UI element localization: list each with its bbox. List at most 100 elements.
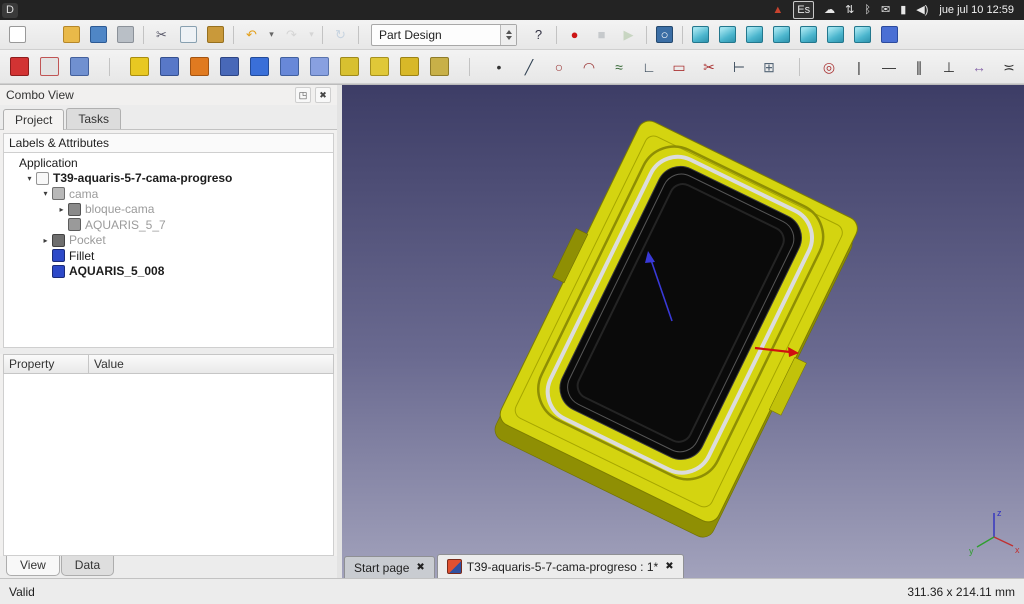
- app-icon[interactable]: D: [2, 3, 18, 18]
- close-tab-icon[interactable]: ✖: [663, 561, 673, 572]
- tab-view[interactable]: View: [6, 556, 60, 576]
- macro-stop-button[interactable]: ■: [588, 22, 615, 48]
- separator[interactable]: [642, 22, 651, 48]
- sketcher-extend-button[interactable]: ⊢: [724, 53, 754, 81]
- cut-button[interactable]: ✂: [148, 22, 175, 48]
- separator[interactable]: [454, 53, 484, 81]
- sketcher-rectangle-button[interactable]: ▭: [664, 53, 694, 81]
- view-rear-button[interactable]: [795, 22, 822, 48]
- groove-button[interactable]: [214, 53, 244, 81]
- polar-pattern-button[interactable]: [394, 53, 424, 81]
- separator[interactable]: [94, 53, 124, 81]
- constraint-coincident-button[interactable]: ◎: [814, 53, 844, 81]
- sketcher-point-button[interactable]: •: [484, 53, 514, 81]
- tree-item-pocket[interactable]: ▸ Pocket: [4, 233, 333, 249]
- expander-icon[interactable]: ▸: [56, 205, 67, 214]
- tree-item-aquaris-5-7[interactable]: AQUARIS_5_7: [4, 217, 333, 233]
- pad-button[interactable]: [124, 53, 154, 81]
- view-front-button[interactable]: [714, 22, 741, 48]
- constraint-parallel-button[interactable]: ∥: [904, 53, 934, 81]
- tab-project[interactable]: Project: [3, 109, 64, 130]
- cloud-icon[interactable]: ☁: [824, 2, 835, 18]
- separator[interactable]: [354, 22, 363, 48]
- separator[interactable]: [784, 53, 814, 81]
- expander-icon[interactable]: ▸: [40, 236, 51, 245]
- tree-item-cama[interactable]: ▾ cama: [4, 186, 333, 202]
- property-column-header[interactable]: Property: [3, 354, 89, 374]
- tab-data[interactable]: Data: [61, 556, 114, 576]
- separator-invisible[interactable]: [31, 22, 58, 48]
- mirrored-button[interactable]: [334, 53, 364, 81]
- edit-sketch-button[interactable]: [34, 53, 64, 81]
- multitransform-button[interactable]: [424, 53, 454, 81]
- undo-button[interactable]: ↶: [238, 22, 265, 48]
- bluetooth-icon[interactable]: ᛒ: [864, 2, 871, 18]
- keyboard-layout-indicator[interactable]: Es: [793, 1, 814, 19]
- sketcher-polyline-button[interactable]: ∟: [634, 53, 664, 81]
- close-panel-button[interactable]: ✖: [315, 87, 331, 103]
- view-bottom-button[interactable]: [822, 22, 849, 48]
- clock[interactable]: jue jul 10 12:59: [939, 4, 1014, 16]
- view-isometric-button[interactable]: [687, 22, 714, 48]
- tree-item-bloque-cama[interactable]: ▸ bloque-cama: [4, 202, 333, 218]
- tree-item-fillet[interactable]: Fillet: [4, 248, 333, 264]
- save-file-button[interactable]: [85, 22, 112, 48]
- refresh-button[interactable]: ↻: [327, 22, 354, 48]
- tab-active-document[interactable]: T39-aquaris-5-7-cama-progreso : 1* ✖: [437, 554, 684, 578]
- 3d-scene[interactable]: z x y: [342, 85, 1024, 578]
- separator[interactable]: [229, 22, 238, 48]
- workbench-selector[interactable]: Part Design: [371, 24, 517, 46]
- map-sketch-to-face-button[interactable]: [64, 53, 94, 81]
- tab-start-page[interactable]: Start page ✖: [344, 556, 435, 578]
- spinner-arrows-icon[interactable]: [500, 25, 516, 45]
- undo-dropdown-arrow[interactable]: ▾: [265, 22, 278, 48]
- viewport-3d[interactable]: z x y Start page ✖ T39-aquaris-5-7-cama-…: [342, 85, 1024, 578]
- sketcher-external-geometry-button[interactable]: ⊞: [754, 53, 784, 81]
- constraint-equal-button[interactable]: ≍: [994, 53, 1024, 81]
- sketcher-line-button[interactable]: ╱: [514, 53, 544, 81]
- linear-pattern-button[interactable]: [364, 53, 394, 81]
- mail-icon[interactable]: ✉: [881, 2, 890, 18]
- fillet-button[interactable]: [244, 53, 274, 81]
- tree-item-application[interactable]: Application: [4, 155, 333, 171]
- value-column-header[interactable]: Value: [89, 354, 334, 374]
- view-right-button[interactable]: [768, 22, 795, 48]
- redo-dropdown-arrow[interactable]: ▾: [305, 22, 318, 48]
- new-file-button[interactable]: [4, 22, 31, 48]
- whats-this-button[interactable]: ?: [525, 22, 552, 48]
- pocket-button[interactable]: [154, 53, 184, 81]
- constraint-perpendicular-button[interactable]: ⊥: [934, 53, 964, 81]
- view-top-button[interactable]: [741, 22, 768, 48]
- sketcher-arc-button[interactable]: ◠: [574, 53, 604, 81]
- expander-icon[interactable]: ▾: [40, 189, 51, 198]
- constraint-distance-button[interactable]: ↔: [964, 53, 994, 81]
- view-left-button[interactable]: [849, 22, 876, 48]
- separator[interactable]: [678, 22, 687, 48]
- macro-record-button[interactable]: ●: [561, 22, 588, 48]
- close-tab-icon[interactable]: ✖: [414, 562, 424, 573]
- paste-button[interactable]: [202, 22, 229, 48]
- constraint-vertical-button[interactable]: |: [844, 53, 874, 81]
- separator[interactable]: [139, 22, 148, 48]
- freecad-logo-icon[interactable]: ▲: [772, 2, 783, 18]
- sketcher-trim-button[interactable]: ✂: [694, 53, 724, 81]
- separator[interactable]: [552, 22, 561, 48]
- tree-item-document[interactable]: ▾ T39-aquaris-5-7-cama-progreso: [4, 171, 333, 187]
- revolution-button[interactable]: [184, 53, 214, 81]
- copy-button[interactable]: [175, 22, 202, 48]
- separator[interactable]: [318, 22, 327, 48]
- macro-execute-button[interactable]: ▶: [615, 22, 642, 48]
- expander-icon[interactable]: ▾: [24, 174, 35, 183]
- constraint-horizontal-button[interactable]: ―: [874, 53, 904, 81]
- search-button[interactable]: ○: [651, 22, 678, 48]
- redo-button[interactable]: ↷: [278, 22, 305, 48]
- chamfer-button[interactable]: [274, 53, 304, 81]
- sketcher-circle-button[interactable]: ○: [544, 53, 574, 81]
- float-panel-button[interactable]: ◳: [295, 87, 311, 103]
- sketcher-bspline-button[interactable]: ≈: [604, 53, 634, 81]
- sync-arrows-icon[interactable]: ⇅: [845, 2, 854, 18]
- open-file-button[interactable]: [58, 22, 85, 48]
- volume-icon[interactable]: ◀): [916, 2, 928, 18]
- print-button[interactable]: [112, 22, 139, 48]
- tree-item-aquaris-5-008[interactable]: AQUARIS_5_008: [4, 264, 333, 280]
